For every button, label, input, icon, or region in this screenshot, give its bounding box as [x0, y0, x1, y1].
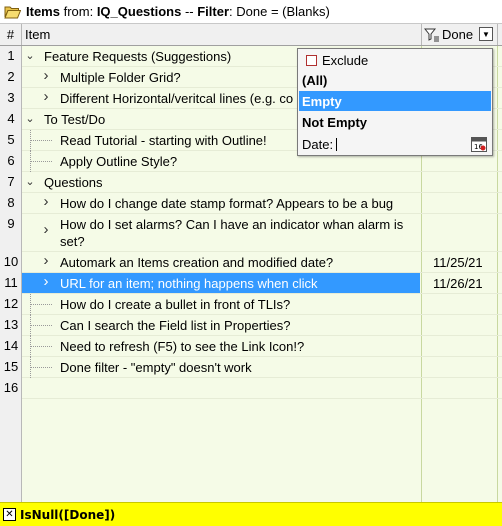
chevron-down-icon[interactable]: ▼: [479, 27, 493, 41]
tree-connector-line: [30, 325, 52, 326]
title-filter-text: : Done = (Blanks): [229, 4, 330, 19]
column-header-extra: [498, 24, 502, 45]
item-text[interactable]: Feature Requests (Suggestions): [44, 49, 231, 64]
row-number: 14: [3, 338, 19, 353]
row-number: 11: [4, 275, 18, 290]
title-source: IQ_Questions: [96, 4, 182, 19]
filter-option-all[interactable]: (All): [299, 70, 491, 90]
table-row[interactable]: 12 How do I create a bullet in front of T…: [0, 294, 502, 315]
chevron-right-icon[interactable]: ›: [40, 67, 52, 84]
column-header-done[interactable]: Done ▼: [422, 24, 498, 45]
chevron-down-icon[interactable]: ⌄: [24, 112, 36, 125]
title-bar: Items from: IQ_Questions -- Filter : Don…: [0, 0, 502, 24]
title-filter-label: Filter: [197, 4, 230, 19]
row-number: 9: [7, 216, 15, 231]
exclude-checkbox[interactable]: Exclude: [306, 51, 368, 69]
item-text[interactable]: Apply Outline Style?: [60, 154, 177, 169]
tree-connector-line: [30, 346, 52, 347]
column-header: # Item Done ▼: [0, 24, 502, 46]
item-text[interactable]: Questions: [44, 175, 103, 190]
status-bar: ✕ IsNull([Done]): [0, 502, 502, 526]
filter-funnel-icon: [424, 28, 439, 41]
calendar-icon[interactable]: 16: [471, 137, 487, 152]
filter-option-not-empty[interactable]: Not Empty: [299, 112, 491, 132]
chevron-down-icon[interactable]: ⌄: [24, 175, 36, 188]
filter-option-empty[interactable]: Empty: [299, 91, 491, 111]
filter-popup: Exclude (All) Empty Not Empty Date: 16: [297, 48, 493, 156]
tree-connector-line: [30, 161, 52, 162]
row-number: 16: [3, 380, 19, 395]
row-number: 2: [7, 69, 15, 84]
row-number: 12: [3, 296, 19, 311]
chevron-right-icon[interactable]: ›: [40, 273, 52, 290]
tree-connector-line: [30, 140, 52, 141]
table-row[interactable]: 9 › How do I set alarms? Can I have an ind…: [0, 214, 502, 252]
item-text[interactable]: URL for an item; nothing happens when cl…: [60, 276, 318, 291]
item-text[interactable]: How do I create a bullet in front of TLI…: [60, 297, 290, 312]
column-header-done-label: Done: [442, 27, 474, 42]
tree-connector-line: [30, 367, 52, 368]
title-from-label: from:: [59, 4, 97, 19]
row-number: 1: [7, 48, 15, 63]
item-text[interactable]: To Test/Do: [44, 112, 105, 127]
row-number: 10: [3, 254, 19, 269]
done-date[interactable]: 11/25/21: [433, 255, 483, 270]
exclude-checkbox-box[interactable]: [306, 54, 317, 66]
row-number: 13: [3, 317, 19, 332]
date-field[interactable]: Date: 16: [299, 135, 491, 154]
date-label: Date:: [302, 137, 334, 152]
row-number: 3: [7, 90, 15, 105]
table-row[interactable]: 14 Need to refresh (F5) to see the Link I…: [0, 336, 502, 357]
chevron-right-icon[interactable]: ›: [40, 88, 52, 105]
item-text[interactable]: Need to refresh (F5) to see the Link Ico…: [60, 339, 304, 354]
chevron-down-icon[interactable]: ⌄: [24, 49, 36, 62]
table-row[interactable]: 7 ⌄ Questions: [0, 172, 502, 193]
table-row[interactable]: 10 › Automark an Items creation and modifi…: [0, 252, 502, 273]
row-number: 7: [7, 174, 15, 189]
close-icon[interactable]: ✕: [3, 508, 16, 521]
column-header-item[interactable]: Item: [22, 24, 422, 45]
table-row[interactable]: 13 Can I search the Field list in Propert…: [0, 315, 502, 336]
item-text[interactable]: Read Tutorial - starting with Outline!: [60, 133, 267, 148]
row-number: 8: [7, 195, 15, 210]
tree-connector-line: [30, 304, 52, 305]
done-date[interactable]: 11/26/21: [433, 276, 483, 291]
open-folder-icon: [4, 6, 21, 18]
table-row[interactable]: 15 Done filter - "empty" doesn't work: [0, 357, 502, 378]
table-row[interactable]: 8 › How do I change date stamp format? App…: [0, 193, 502, 214]
row-number: 15: [3, 359, 19, 374]
title-separator: --: [181, 4, 198, 19]
chevron-right-icon[interactable]: ›: [40, 221, 52, 238]
row-number: 4: [7, 111, 15, 126]
title-items-label: Items: [26, 4, 60, 19]
chevron-right-icon[interactable]: ›: [40, 193, 52, 210]
item-text[interactable]: Automark an Items creation and modified …: [60, 255, 333, 270]
text-caret: [336, 138, 338, 151]
item-text[interactable]: Different Horizontal/veritcal lines (e.g…: [60, 91, 293, 106]
row-number: 5: [7, 132, 15, 147]
item-text[interactable]: How do I change date stamp format? Appea…: [60, 196, 393, 211]
exclude-label: Exclude: [322, 52, 369, 68]
item-text[interactable]: Multiple Folder Grid?: [60, 70, 181, 85]
row-number: 6: [7, 153, 15, 168]
table-row[interactable]: 11 › URL for an item; nothing happens when…: [0, 273, 502, 294]
item-text-continued[interactable]: set?: [60, 234, 85, 249]
item-text[interactable]: Done filter - "empty" doesn't work: [60, 360, 252, 375]
column-header-number[interactable]: #: [0, 24, 22, 45]
table-row[interactable]: 16: [0, 378, 502, 399]
item-text[interactable]: How do I set alarms? Can I have an indic…: [60, 217, 403, 232]
chevron-right-icon[interactable]: ›: [40, 252, 52, 269]
item-text[interactable]: Can I search the Field list in Propertie…: [60, 318, 291, 333]
filter-formula: IsNull([Done]): [20, 507, 116, 522]
row-separator: [22, 398, 502, 399]
